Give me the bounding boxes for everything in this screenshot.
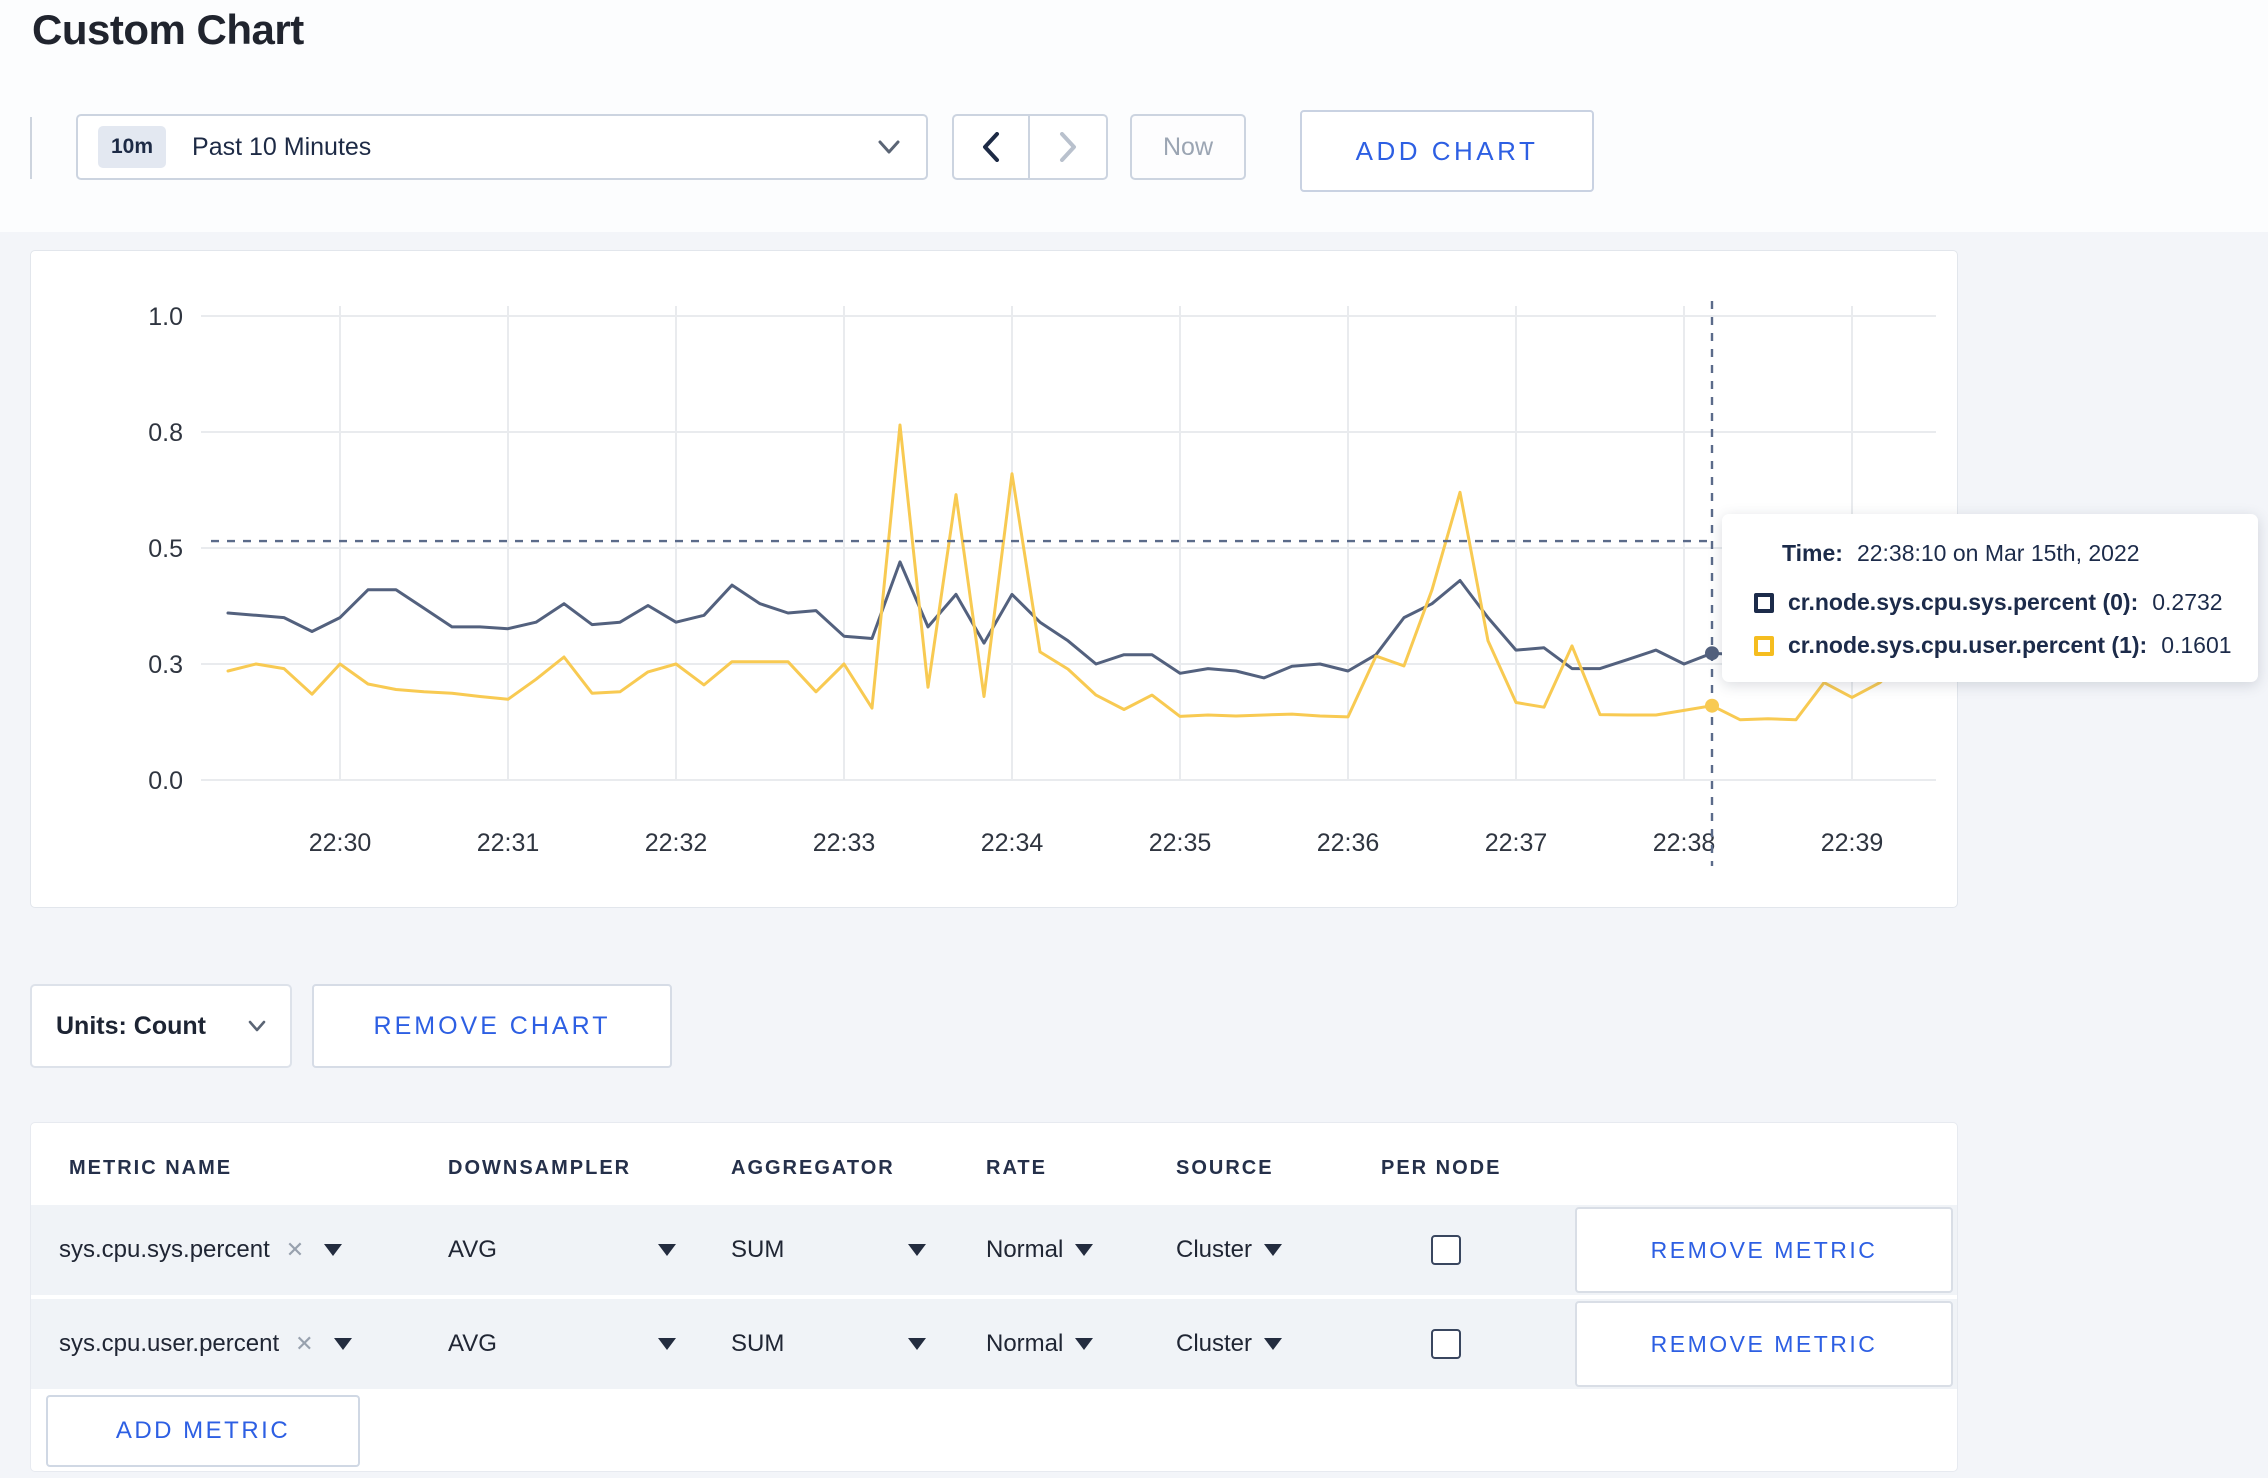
rate-select[interactable]: Normal bbox=[986, 1330, 1094, 1358]
tooltip-time-value: 22:38:10 on Mar 15th, 2022 bbox=[1856, 540, 2140, 566]
header-rate: RATE bbox=[986, 1157, 1047, 1179]
y-tick-label: 0.3 bbox=[148, 651, 183, 679]
chevron-left-icon bbox=[983, 132, 999, 162]
downsampler-select[interactable]: AVG bbox=[448, 1330, 676, 1358]
x-tick-label: 22:35 bbox=[1149, 829, 1212, 857]
metric-name-value: sys.cpu.user.percent bbox=[59, 1330, 280, 1357]
chart-tooltip: Time: 22:38:10 on Mar 15th, 2022 cr.node.… bbox=[1722, 514, 2258, 682]
dropdown-caret-icon bbox=[1264, 1338, 1283, 1350]
y-tick-label: 1.0 bbox=[148, 303, 183, 331]
y-tick-label: 0.8 bbox=[148, 419, 183, 447]
x-tick-label: 22:39 bbox=[1821, 829, 1884, 857]
dropdown-caret-icon bbox=[1075, 1244, 1094, 1256]
prev-button[interactable] bbox=[954, 116, 1030, 178]
downsampler-value: AVG bbox=[448, 1236, 497, 1263]
rate-value: Normal bbox=[986, 1236, 1064, 1263]
x-tick-label: 22:36 bbox=[1317, 829, 1380, 857]
header-metric-name: METRIC NAME bbox=[69, 1157, 233, 1179]
remove-tag-icon[interactable]: ✕ bbox=[286, 1237, 304, 1263]
x-tick-label: 22:32 bbox=[645, 829, 708, 857]
per-node-checkbox[interactable] bbox=[1431, 1235, 1461, 1265]
aggregator-value: SUM bbox=[731, 1236, 785, 1263]
dropdown-caret-icon bbox=[658, 1338, 676, 1350]
x-tick-label: 22:31 bbox=[477, 829, 540, 857]
time-range-selector[interactable]: 10m Past 10 Minutes bbox=[76, 114, 928, 180]
tooltip-series-label: cr.node.sys.cpu.sys.percent (0): bbox=[1788, 589, 2139, 615]
metrics-line-chart[interactable]: 0.0 0.3 0.5 0.8 1.0 22:30 22:31 22:32 22:33 22:34… bbox=[31, 251, 1957, 907]
add-metric-button[interactable]: ADD METRIC bbox=[46, 1395, 360, 1467]
time-range-label: Past 10 Minutes bbox=[192, 132, 372, 161]
chevron-down-icon bbox=[878, 140, 900, 154]
x-tick-label: 22:30 bbox=[309, 829, 372, 857]
source-select[interactable]: Cluster bbox=[1176, 1236, 1283, 1264]
sys-series-swatch-icon bbox=[1754, 592, 1774, 613]
next-button[interactable] bbox=[1030, 116, 1106, 178]
dropdown-caret-icon bbox=[333, 1338, 352, 1350]
aggregator-select[interactable]: SUM bbox=[731, 1330, 926, 1358]
downsampler-value: AVG bbox=[448, 1330, 497, 1357]
tooltip-series-label: cr.node.sys.cpu.user.percent (1): bbox=[1788, 632, 2148, 658]
time-pager bbox=[952, 114, 1108, 180]
metrics-table: METRIC NAME DOWNSAMPLER AGGREGATOR RATE … bbox=[30, 1122, 1958, 1472]
dropdown-caret-icon bbox=[908, 1338, 926, 1350]
dropdown-caret-icon bbox=[1264, 1244, 1283, 1256]
chevron-down-icon bbox=[248, 1020, 266, 1032]
remove-metric-button[interactable]: REMOVE METRIC bbox=[1575, 1207, 1953, 1293]
hover-dot bbox=[1705, 698, 1719, 713]
tooltip-series-value: 0.1601 bbox=[2161, 632, 2232, 658]
header-downsampler: DOWNSAMPLER bbox=[448, 1157, 632, 1179]
source-select[interactable]: Cluster bbox=[1176, 1330, 1283, 1358]
metric-name-select[interactable]: sys.cpu.user.percent ✕ bbox=[59, 1330, 352, 1358]
dropdown-caret-icon bbox=[1075, 1338, 1094, 1350]
aggregator-select[interactable]: SUM bbox=[731, 1236, 926, 1264]
y-tick-label: 0.5 bbox=[148, 535, 183, 563]
series-line bbox=[226, 423, 1938, 722]
add-chart-button[interactable]: ADD CHART bbox=[1300, 110, 1594, 192]
series-line bbox=[226, 560, 1938, 680]
x-tick-label: 22:34 bbox=[981, 829, 1044, 857]
user-series-swatch-icon bbox=[1754, 635, 1774, 656]
units-dropdown[interactable]: Units: Count bbox=[30, 984, 292, 1068]
page-title: Custom Chart bbox=[32, 6, 304, 53]
header-per-node: PER NODE bbox=[1381, 1157, 1502, 1179]
dropdown-caret-icon bbox=[908, 1244, 926, 1256]
remove-tag-icon[interactable]: ✕ bbox=[295, 1331, 313, 1357]
x-tick-label: 22:33 bbox=[813, 829, 876, 857]
dropdown-caret-icon bbox=[324, 1244, 343, 1256]
remove-chart-button[interactable]: REMOVE CHART bbox=[312, 984, 672, 1068]
time-range-badge: 10m bbox=[98, 126, 167, 168]
hover-dot bbox=[1705, 646, 1719, 661]
downsampler-select[interactable]: AVG bbox=[448, 1236, 676, 1264]
now-button[interactable]: Now bbox=[1130, 114, 1246, 180]
chart-panel: 0.0 0.3 0.5 0.8 1.0 22:30 22:31 22:32 22:33 22:34… bbox=[30, 250, 1958, 908]
units-label: Units: Count bbox=[56, 1011, 206, 1040]
tooltip-series-row: cr.node.sys.cpu.sys.percent (0): 0.2732 bbox=[1754, 589, 2258, 616]
tooltip-time-row: Time: 22:38:10 on Mar 15th, 2022 bbox=[1782, 540, 2258, 567]
per-node-checkbox[interactable] bbox=[1431, 1329, 1461, 1359]
aggregator-value: SUM bbox=[731, 1330, 785, 1357]
header-source: SOURCE bbox=[1176, 1157, 1274, 1179]
x-tick-label: 22:38 bbox=[1653, 829, 1716, 857]
table-row: sys.cpu.user.percent ✕ AVG SUM Normal Cl… bbox=[31, 1299, 1957, 1389]
dropdown-caret-icon bbox=[658, 1244, 676, 1256]
toolbar-divider bbox=[30, 117, 32, 179]
table-row: sys.cpu.sys.percent ✕ AVG SUM Normal Clu… bbox=[31, 1205, 1957, 1295]
tooltip-series-row: cr.node.sys.cpu.user.percent (1): 0.1601 bbox=[1754, 632, 2258, 659]
metric-name-select[interactable]: sys.cpu.sys.percent ✕ bbox=[59, 1236, 343, 1264]
chevron-right-icon bbox=[1060, 132, 1076, 162]
y-tick-label: 0.0 bbox=[148, 767, 183, 795]
x-tick-label: 22:37 bbox=[1485, 829, 1548, 857]
source-value: Cluster bbox=[1176, 1330, 1253, 1357]
rate-select[interactable]: Normal bbox=[986, 1236, 1094, 1264]
rate-value: Normal bbox=[986, 1330, 1064, 1357]
remove-metric-button[interactable]: REMOVE METRIC bbox=[1575, 1301, 1953, 1387]
tooltip-time-label: Time: bbox=[1782, 540, 1843, 566]
metric-name-value: sys.cpu.sys.percent bbox=[59, 1236, 270, 1263]
source-value: Cluster bbox=[1176, 1236, 1253, 1263]
header-aggregator: AGGREGATOR bbox=[731, 1157, 895, 1179]
tooltip-series-value: 0.2732 bbox=[2152, 589, 2223, 615]
